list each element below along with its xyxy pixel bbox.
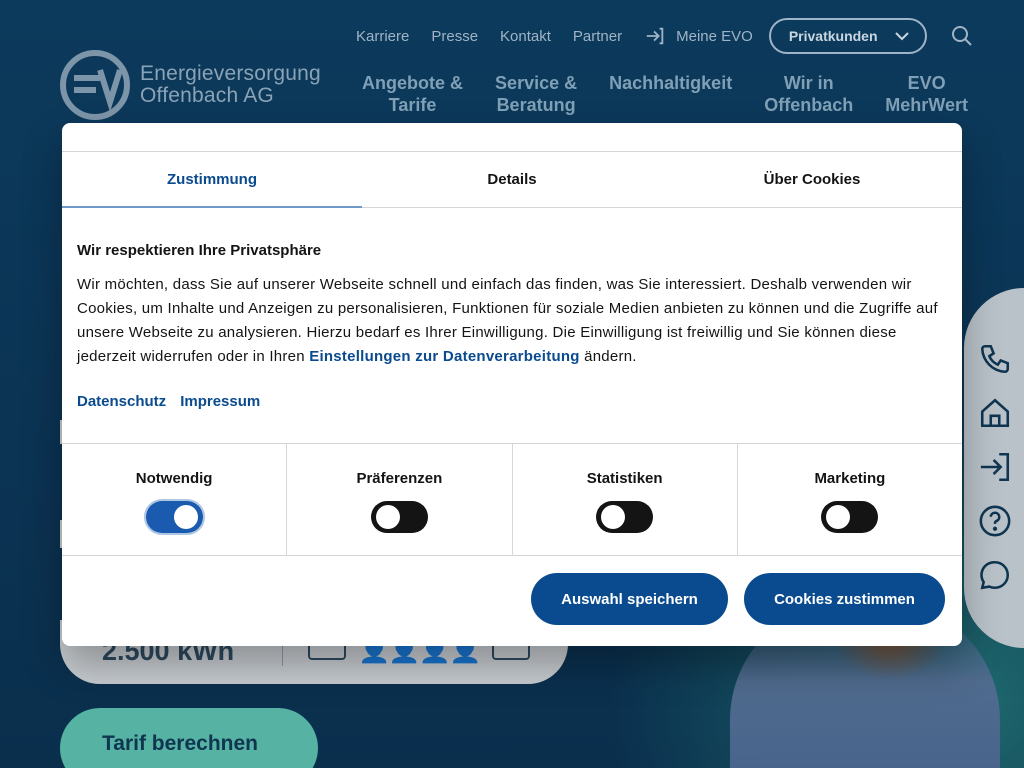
login-icon	[646, 27, 664, 45]
category-label: Präferenzen	[356, 470, 443, 487]
consent-text: Wir möchten, dass Sie auf unserer Websei…	[77, 273, 947, 369]
nav-item-wir-in-offenbach[interactable]: Wir in Offenbach	[752, 72, 865, 116]
calculate-tariff-button[interactable]: Tarif berechnen	[60, 708, 318, 768]
dialog-tabs: Zustimmung Details Über Cookies	[62, 152, 962, 208]
segment-dropdown[interactable]: Privatkunden	[768, 18, 927, 54]
consent-content: Wir respektieren Ihre Privatsphäre Wir m…	[62, 208, 962, 444]
category-marketing: Marketing	[738, 444, 962, 555]
login-label: Meine EVO	[676, 27, 753, 45]
search-icon[interactable]	[950, 24, 974, 48]
login-link[interactable]: Meine EVO	[644, 25, 753, 47]
tab-ueber-cookies[interactable]: Über Cookies	[662, 152, 962, 207]
marketing-toggle[interactable]	[821, 501, 879, 533]
segment-label: Privatkunden	[788, 28, 878, 44]
consent-heading: Wir respektieren Ihre Privatsphäre	[77, 242, 322, 259]
top-navigation: Karriere Presse Kontakt Partner Meine EV…	[356, 18, 974, 54]
nav-label: MehrWert	[885, 95, 968, 115]
tab-details[interactable]: Details	[362, 152, 662, 207]
logo[interactable]: Energieversorgung Offenbach AG	[60, 50, 321, 120]
necessary-toggle[interactable]	[143, 499, 205, 535]
nav-item-evo-mehrwert[interactable]: EVO MehrWert	[873, 72, 980, 116]
privacy-link[interactable]: Datenschutz	[77, 393, 166, 410]
category-preferences: Präferenzen	[287, 444, 513, 555]
preferences-toggle[interactable]	[370, 501, 428, 533]
main-navigation: Angebote & Tarife Service & Beratung Nachh…	[350, 72, 980, 116]
nav-label: Offenbach	[764, 95, 854, 115]
phone-icon[interactable]	[978, 342, 1012, 376]
logo-text: Energieversorgung Offenbach AG	[140, 63, 321, 107]
toggle-knob	[375, 505, 400, 529]
category-label: Notwendig	[135, 470, 213, 487]
login-icon[interactable]	[978, 450, 1012, 484]
category-necessary: Notwendig	[62, 444, 288, 555]
category-label: Marketing	[814, 470, 886, 487]
nav-label: Wir in	[783, 73, 834, 93]
category-statistics: Statistiken	[513, 444, 738, 555]
data-settings-link[interactable]: Einstellungen zur Datenverarbeitung	[309, 348, 579, 365]
nav-label: Tarife	[388, 95, 437, 115]
category-label: Statistiken	[586, 470, 663, 487]
nav-label: Nachhaltigkeit	[609, 73, 733, 93]
legal-links: Datenschutz Impressum	[77, 393, 947, 410]
tab-zustimmung[interactable]: Zustimmung	[62, 152, 362, 208]
chevron-down-icon	[895, 32, 909, 41]
nav-item-service[interactable]: Service & Beratung	[483, 72, 589, 116]
quick-access-sidebar	[964, 288, 1024, 648]
nav-item-angebote[interactable]: Angebote & Tarife	[350, 72, 475, 116]
cookie-consent-dialog: Zustimmung Details Über Cookies Wir resp…	[62, 123, 962, 646]
top-link-kontakt[interactable]: Kontakt	[500, 28, 551, 45]
toggle-knob	[173, 505, 198, 529]
top-link-presse[interactable]: Presse	[431, 28, 478, 45]
save-selection-button[interactable]: Auswahl speichern	[531, 573, 728, 625]
toggle-knob	[826, 505, 851, 529]
top-link-partner[interactable]: Partner	[573, 28, 622, 45]
home-icon[interactable]	[978, 396, 1012, 430]
nav-label: Beratung	[496, 95, 576, 115]
nav-label: EVO	[907, 73, 946, 93]
evo-logo-icon	[60, 50, 130, 120]
dialog-actions: Auswahl speichern Cookies zustimmen	[62, 556, 962, 625]
logo-line2: Offenbach AG	[140, 84, 274, 107]
nav-label: Service &	[495, 73, 578, 93]
top-link-karriere[interactable]: Karriere	[356, 28, 409, 45]
nav-item-nachhaltigkeit[interactable]: Nachhaltigkeit	[597, 72, 744, 116]
help-icon[interactable]	[978, 504, 1012, 538]
consent-suffix: ändern.	[579, 348, 637, 365]
imprint-link[interactable]: Impressum	[180, 393, 260, 410]
statistics-toggle[interactable]	[596, 501, 654, 533]
chat-icon[interactable]	[978, 558, 1012, 592]
cookie-categories: Notwendig Präferenzen Statistiken Market…	[62, 444, 962, 556]
accept-cookies-button[interactable]: Cookies zustimmen	[744, 573, 945, 625]
logo-line1: Energieversorgung	[140, 62, 321, 85]
toggle-knob	[601, 505, 626, 529]
nav-label: Angebote &	[362, 73, 463, 93]
dialog-header	[62, 123, 962, 152]
